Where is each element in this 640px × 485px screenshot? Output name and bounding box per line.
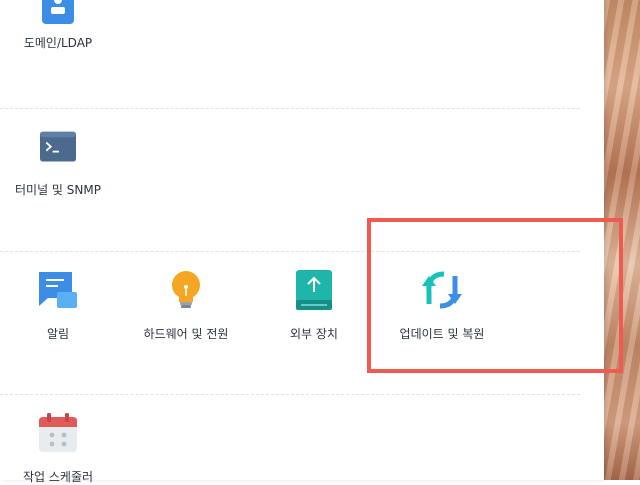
control-item-external-devices[interactable]: 외부 장치 bbox=[254, 270, 374, 342]
control-item-domain-ldap[interactable]: 도메인/LDAP bbox=[0, 0, 118, 51]
notification-icon bbox=[39, 272, 77, 308]
control-item-label: 하드웨어 및 전원 bbox=[143, 327, 229, 341]
control-item-hardware-power[interactable]: 하드웨어 및 전원 bbox=[126, 270, 246, 342]
control-item-label: 작업 스케줄러 bbox=[22, 470, 94, 484]
control-item-task-scheduler[interactable]: 작업 스케줄러 bbox=[0, 413, 118, 485]
control-item-terminal-snmp[interactable]: 터미널 및 SNMP bbox=[0, 130, 118, 198]
task-scheduler-icon bbox=[39, 413, 77, 452]
section-divider bbox=[0, 108, 580, 109]
control-item-label: 외부 장치 bbox=[290, 327, 338, 341]
control-item-label: 터미널 및 SNMP bbox=[15, 183, 101, 197]
terminal-icon bbox=[40, 131, 76, 162]
domain-ldap-icon bbox=[42, 0, 74, 24]
control-item-label: 알림 bbox=[46, 327, 70, 341]
external-devices-icon bbox=[296, 270, 332, 310]
hardware-power-icon bbox=[172, 271, 200, 308]
highlight-box bbox=[367, 218, 623, 373]
control-item-label: 도메인/LDAP bbox=[23, 36, 93, 50]
section-divider bbox=[0, 394, 580, 395]
control-item-notification[interactable]: 알림 bbox=[0, 270, 118, 342]
